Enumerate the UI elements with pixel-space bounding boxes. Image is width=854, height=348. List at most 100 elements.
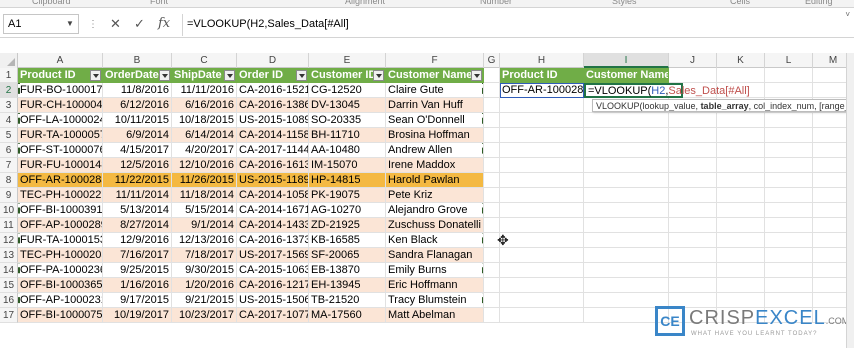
table-cell[interactable]: 4/15/2017: [103, 143, 172, 158]
empty-cell[interactable]: [717, 248, 765, 263]
table-cell[interactable]: 9/25/2015: [103, 263, 172, 278]
table-cell[interactable]: TEC-PH-10002033: [18, 248, 103, 263]
table-cell[interactable]: 12/10/2016: [172, 158, 237, 173]
empty-cell[interactable]: [669, 68, 717, 83]
empty-cell[interactable]: [669, 113, 717, 128]
column-header-d[interactable]: D: [237, 53, 309, 68]
table-cell[interactable]: CA-2016-152156: [237, 83, 309, 98]
table-cell[interactable]: EB-13870: [309, 263, 386, 278]
empty-cell[interactable]: [484, 113, 500, 128]
empty-cell[interactable]: [669, 128, 717, 143]
table-cell[interactable]: 9/17/2015: [103, 293, 172, 308]
empty-cell[interactable]: [717, 233, 765, 248]
empty-cell[interactable]: [669, 233, 717, 248]
table-cell[interactable]: CA-2017-114412: [237, 143, 309, 158]
empty-cell[interactable]: [484, 128, 500, 143]
table-cell[interactable]: AA-10480: [309, 143, 386, 158]
table-cell[interactable]: 6/14/2014: [172, 128, 237, 143]
empty-cell[interactable]: [669, 278, 717, 293]
empty-cell[interactable]: [484, 188, 500, 203]
empty-cell[interactable]: [765, 233, 813, 248]
empty-cell[interactable]: [584, 188, 669, 203]
empty-cell[interactable]: [765, 128, 813, 143]
empty-cell[interactable]: [669, 158, 717, 173]
empty-cell[interactable]: [484, 248, 500, 263]
empty-cell[interactable]: [500, 308, 584, 323]
empty-cell[interactable]: [500, 128, 584, 143]
table-header-cell[interactable]: Order ID: [237, 68, 309, 83]
column-header-c[interactable]: C: [172, 53, 237, 68]
column-header-a[interactable]: A: [18, 53, 103, 68]
column-header-g[interactable]: G: [484, 53, 500, 68]
table-cell[interactable]: 11/8/2016: [103, 83, 172, 98]
lookup-header-cell[interactable]: Product ID: [500, 68, 584, 83]
empty-cell[interactable]: [717, 263, 765, 278]
lookup-value-cell[interactable]: OFF-AR-10002833: [500, 83, 584, 98]
table-cell[interactable]: 8/27/2014: [103, 218, 172, 233]
table-cell[interactable]: Tracy Blumstein: [386, 293, 484, 308]
table-cell[interactable]: CA-2017-107727: [237, 308, 309, 323]
row-header-7[interactable]: 7: [0, 158, 18, 173]
table-header-cell[interactable]: ShipDate: [172, 68, 237, 83]
row-header-8[interactable]: 8: [0, 173, 18, 188]
empty-cell[interactable]: [484, 308, 500, 323]
empty-cell[interactable]: [717, 203, 765, 218]
insert-function-icon[interactable]: fx: [158, 17, 170, 31]
empty-cell[interactable]: [500, 143, 584, 158]
table-cell[interactable]: FUR-TA-10001539: [18, 233, 103, 248]
empty-cell[interactable]: [584, 263, 669, 278]
table-cell[interactable]: 6/16/2016: [172, 98, 237, 113]
row-header-12[interactable]: 12: [0, 233, 18, 248]
formula-edit-cell[interactable]: =VLOOKUP(H2,Sales_Data[#All]: [584, 83, 750, 98]
table-cell[interactable]: SO-20335: [309, 113, 386, 128]
table-cell[interactable]: OFF-LA-10000240: [18, 113, 103, 128]
table-cell[interactable]: OFF-BI-10003910: [18, 203, 103, 218]
vertical-scrollbar[interactable]: [846, 53, 854, 348]
table-cell[interactable]: 9/1/2014: [172, 218, 237, 233]
table-cell[interactable]: ZD-21925: [309, 218, 386, 233]
empty-cell[interactable]: [669, 263, 717, 278]
table-cell[interactable]: Harold Pawlan: [386, 173, 484, 188]
empty-cell[interactable]: [500, 98, 584, 113]
table-cell[interactable]: 11/18/2014: [172, 188, 237, 203]
empty-cell[interactable]: [500, 293, 584, 308]
empty-cell[interactable]: [584, 173, 669, 188]
chevron-down-icon[interactable]: ▼: [66, 19, 74, 28]
formula-input[interactable]: =VLOOKUP(H2,Sales_Data[#All]: [182, 14, 848, 36]
row-header-11[interactable]: 11: [0, 218, 18, 233]
table-cell[interactable]: CA-2016-161389: [237, 158, 309, 173]
column-header-i[interactable]: I: [584, 53, 669, 68]
table-cell[interactable]: Irene Maddox: [386, 158, 484, 173]
table-header-cell[interactable]: Customer ID: [309, 68, 386, 83]
table-cell[interactable]: CA-2016-138688: [237, 98, 309, 113]
table-cell[interactable]: FUR-CH-10000454: [18, 98, 103, 113]
table-cell[interactable]: CA-2014-167164: [237, 203, 309, 218]
row-header-6[interactable]: 6: [0, 143, 18, 158]
column-header-h[interactable]: H: [500, 53, 584, 68]
table-cell[interactable]: 12/13/2016: [172, 233, 237, 248]
row-header-2[interactable]: 2: [0, 83, 18, 98]
empty-cell[interactable]: [484, 278, 500, 293]
empty-cell[interactable]: [500, 173, 584, 188]
table-cell[interactable]: TEC-PH-10002275: [18, 188, 103, 203]
filter-dropdown-icon[interactable]: [224, 70, 235, 81]
table-cell[interactable]: 5/15/2014: [172, 203, 237, 218]
table-cell[interactable]: 10/23/2017: [172, 308, 237, 323]
table-cell[interactable]: Alejandro Grove: [386, 203, 484, 218]
table-cell[interactable]: 10/18/2015: [172, 113, 237, 128]
empty-cell[interactable]: [500, 113, 584, 128]
empty-cell[interactable]: [584, 158, 669, 173]
filter-dropdown-icon[interactable]: [90, 70, 101, 81]
column-header-k[interactable]: K: [717, 53, 765, 68]
table-cell[interactable]: 7/18/2017: [172, 248, 237, 263]
table-cell[interactable]: Emily Burns: [386, 263, 484, 278]
empty-cell[interactable]: [584, 113, 669, 128]
cancel-icon[interactable]: ✕: [110, 17, 121, 31]
table-cell[interactable]: 11/11/2016: [172, 83, 237, 98]
empty-cell[interactable]: [484, 143, 500, 158]
table-cell[interactable]: HP-14815: [309, 173, 386, 188]
table-cell[interactable]: Darrin Van Huff: [386, 98, 484, 113]
expand-formula-bar-icon[interactable]: ˅: [845, 10, 850, 19]
enter-icon[interactable]: ✓: [134, 17, 145, 31]
table-cell[interactable]: PK-19075: [309, 188, 386, 203]
